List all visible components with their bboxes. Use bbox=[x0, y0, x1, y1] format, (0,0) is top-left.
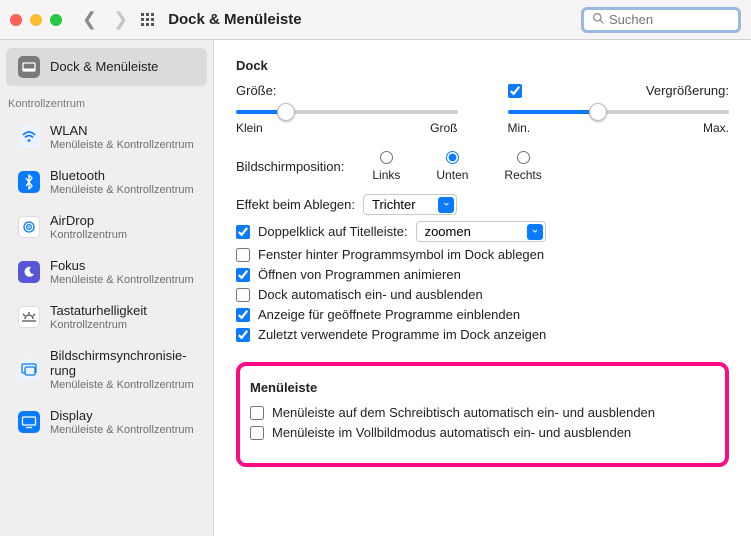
position-right-label: Rechts bbox=[504, 168, 541, 182]
keyboard-brightness-icon bbox=[18, 306, 40, 328]
moon-icon bbox=[18, 261, 40, 283]
search-icon bbox=[592, 12, 605, 28]
position-left[interactable]: Links bbox=[372, 151, 400, 182]
show-indicators-label: Anzeige für geöffnete Programme einblend… bbox=[258, 307, 520, 322]
bluetooth-icon bbox=[18, 171, 40, 193]
magnification-slider[interactable] bbox=[508, 110, 730, 114]
close-icon[interactable] bbox=[10, 14, 22, 26]
sidebar-item-screen-mirroring[interactable]: Bildschirmsynchronisie­rungMenüleiste & … bbox=[6, 341, 207, 399]
dock-menubar-icon bbox=[18, 56, 40, 78]
size-label: Größe: bbox=[236, 83, 276, 98]
position-bottom-label: Unten bbox=[436, 168, 468, 182]
sidebar-item-label: Bildschirmsynchronisie­rung bbox=[50, 349, 195, 379]
menubar-autohide-fullscreen-checkbox[interactable] bbox=[250, 426, 264, 440]
sidebar-item-keyboard-brightness[interactable]: TastaturhelligkeitKontrollzentrum bbox=[6, 296, 207, 339]
window-title: Dock & Menüleiste bbox=[168, 11, 301, 28]
forward-button[interactable]: ❯ bbox=[109, 9, 132, 30]
show-recent-label: Zuletzt verwendete Programme im Dock anz… bbox=[258, 327, 546, 342]
sidebar-item-label: AirDrop bbox=[50, 214, 127, 229]
screen-mirroring-icon bbox=[18, 359, 40, 381]
animate-open-label: Öffnen von Programmen animieren bbox=[258, 267, 461, 282]
sidebar-item-sublabel: Kontrollzentrum bbox=[50, 229, 127, 241]
sidebar-item-dock-menubar[interactable]: Dock & Menüleiste bbox=[6, 48, 207, 86]
position-left-label: Links bbox=[372, 168, 400, 182]
menubar-autohide-desktop-label: Menüleiste auf dem Schreibtisch automati… bbox=[272, 405, 655, 420]
minimize-into-icon-label: Fenster hinter Programmsymbol im Dock ab… bbox=[258, 247, 544, 262]
back-button[interactable]: ❮ bbox=[78, 9, 101, 30]
sidebar-item-label: WLAN bbox=[50, 124, 194, 139]
sidebar-item-display[interactable]: DisplayMenüleiste & Kontrollzentrum bbox=[6, 401, 207, 444]
sidebar-item-sublabel: Menüleiste & Kontrollzentrum bbox=[50, 424, 194, 436]
sidebar-item-label: Dock & Menüleiste bbox=[50, 60, 158, 75]
show-all-button[interactable] bbox=[140, 12, 156, 28]
show-recent-checkbox[interactable] bbox=[236, 328, 250, 342]
effect-select[interactable]: Trichter bbox=[363, 194, 457, 215]
autohide-dock-checkbox[interactable] bbox=[236, 288, 250, 302]
search-field[interactable] bbox=[581, 7, 741, 33]
menubar-autohide-fullscreen-label: Menüleiste im Vollbildmodus automatisch … bbox=[272, 425, 631, 440]
size-min-label: Klein bbox=[236, 121, 263, 135]
magnification-label: Vergrößerung: bbox=[646, 83, 729, 98]
sidebar-item-focus[interactable]: FokusMenüleiste & Kontrollzentrum bbox=[6, 251, 207, 294]
window-controls bbox=[10, 14, 62, 26]
position-bottom[interactable]: Unten bbox=[436, 151, 468, 182]
sidebar-item-bluetooth[interactable]: BluetoothMenüleiste & Kontrollzentrum bbox=[6, 161, 207, 204]
search-input[interactable] bbox=[609, 12, 730, 27]
doubleclick-checkbox[interactable] bbox=[236, 225, 250, 239]
sidebar-item-sublabel: Menüleiste & Kontrollzentrum bbox=[50, 379, 195, 391]
sidebar-item-sublabel: Menüleiste & Kontrollzentrum bbox=[50, 274, 194, 286]
size-max-label: Groß bbox=[430, 121, 457, 135]
sidebar-item-label: Display bbox=[50, 409, 194, 424]
menubar-heading: Menüleiste bbox=[250, 380, 715, 395]
position-right[interactable]: Rechts bbox=[504, 151, 541, 182]
position-label: Bildschirmposition: bbox=[236, 159, 344, 174]
menubar-autohide-desktop-checkbox[interactable] bbox=[250, 406, 264, 420]
content-pane: Dock Größe: Klein Groß Vergrößerung: Min.… bbox=[214, 40, 751, 536]
doubleclick-select[interactable]: zoomen bbox=[416, 221, 546, 242]
sidebar-item-wlan[interactable]: WLANMenüleiste & Kontrollzentrum bbox=[6, 116, 207, 159]
show-indicators-checkbox[interactable] bbox=[236, 308, 250, 322]
sidebar-item-sublabel: Menüleiste & Kontrollzentrum bbox=[50, 139, 194, 151]
display-icon bbox=[18, 411, 40, 433]
wifi-icon bbox=[18, 126, 40, 148]
menubar-section-highlight: Menüleiste Menüleiste auf dem Schreibtis… bbox=[236, 362, 729, 467]
mag-max-label: Max. bbox=[703, 121, 729, 135]
mag-min-label: Min. bbox=[508, 121, 531, 135]
sidebar-item-label: Bluetooth bbox=[50, 169, 194, 184]
magnification-checkbox[interactable] bbox=[508, 84, 522, 98]
size-slider[interactable] bbox=[236, 110, 458, 114]
titlebar: ❮ ❯ Dock & Menüleiste bbox=[0, 0, 751, 40]
animate-open-checkbox[interactable] bbox=[236, 268, 250, 282]
sidebar-item-sublabel: Menüleiste & Kontrollzentrum bbox=[50, 184, 194, 196]
sidebar: Dock & Menüleiste Kontrollzentrum WLANMe… bbox=[0, 40, 214, 536]
minimize-into-icon-checkbox[interactable] bbox=[236, 248, 250, 262]
airdrop-icon bbox=[18, 216, 40, 238]
zoom-icon[interactable] bbox=[50, 14, 62, 26]
minimize-icon[interactable] bbox=[30, 14, 42, 26]
sidebar-item-airdrop[interactable]: AirDropKontrollzentrum bbox=[6, 206, 207, 249]
sidebar-item-label: Tastaturhelligkeit bbox=[50, 304, 147, 319]
effect-label: Effekt beim Ablegen: bbox=[236, 197, 355, 212]
autohide-dock-label: Dock automatisch ein- und ausblenden bbox=[258, 287, 483, 302]
sidebar-item-sublabel: Kontrollzentrum bbox=[50, 319, 147, 331]
dock-heading: Dock bbox=[236, 58, 729, 73]
sidebar-section-header: Kontrollzentrum bbox=[0, 88, 213, 114]
sidebar-item-label: Fokus bbox=[50, 259, 194, 274]
doubleclick-label: Doppelklick auf Titelleiste: bbox=[258, 224, 408, 239]
